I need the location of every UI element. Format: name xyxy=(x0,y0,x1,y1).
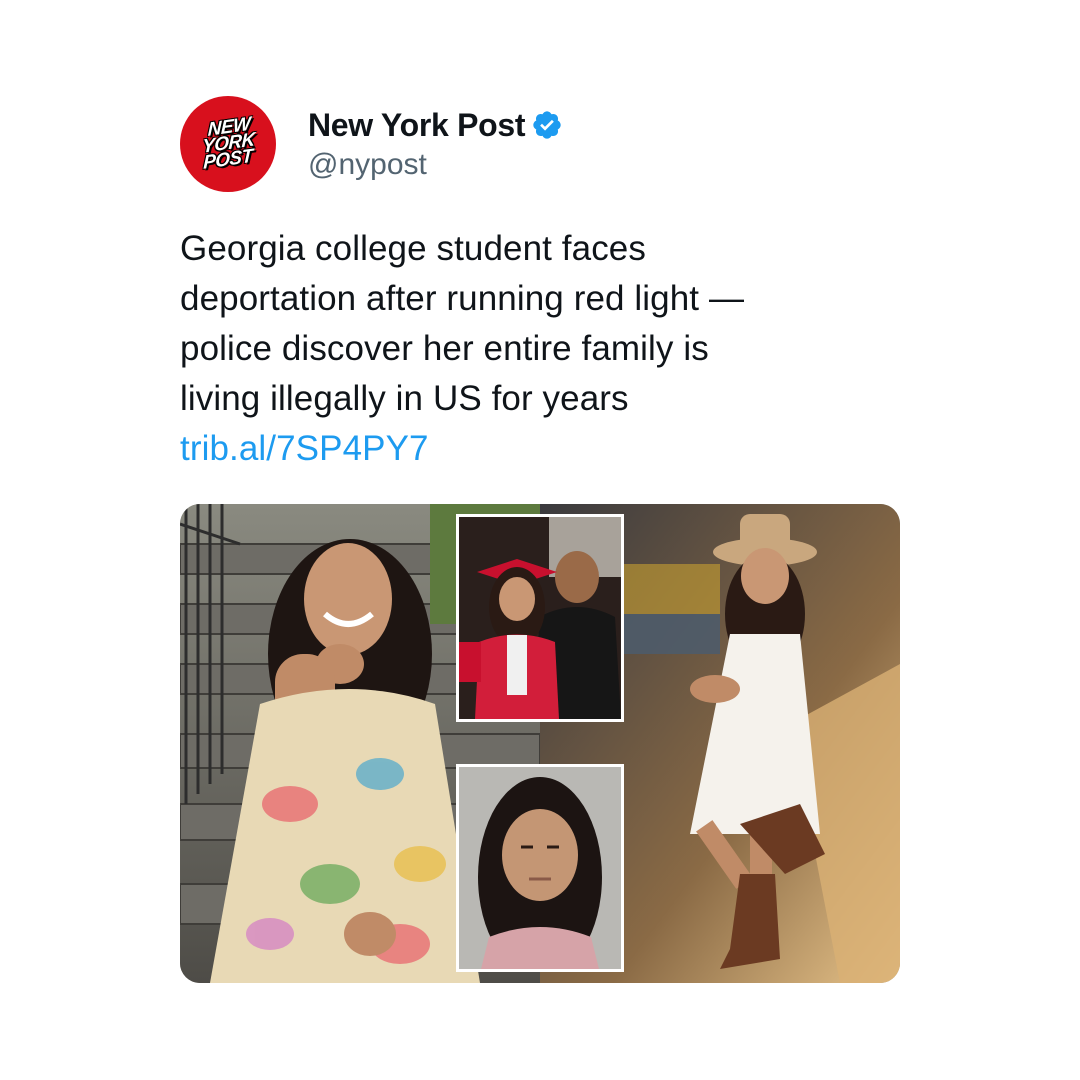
logo-line-3: POST xyxy=(202,145,253,174)
tweet-text-line: living illegally in US for years xyxy=(180,379,629,418)
avatar[interactable]: NEW YORK POST xyxy=(180,96,276,192)
display-name[interactable]: New York Post xyxy=(308,107,526,144)
display-name-row: New York Post xyxy=(308,107,563,144)
tweet-text: Georgia college student faces deportatio… xyxy=(180,224,900,474)
verified-badge-icon xyxy=(531,109,563,141)
tweet-media-image[interactable] xyxy=(180,504,900,983)
tweet-card: NEW YORK POST New York Post @nypost Geor… xyxy=(180,96,900,474)
account-names: New York Post @nypost xyxy=(308,107,563,182)
account-handle[interactable]: @nypost xyxy=(308,148,563,182)
inset-graduation-photo xyxy=(456,514,624,722)
tweet-text-line: Georgia college student faces xyxy=(180,229,646,268)
nypost-logo: NEW YORK POST xyxy=(201,114,255,174)
tweet-header: NEW YORK POST New York Post @nypost xyxy=(180,96,900,192)
tweet-text-line: deportation after running red light — xyxy=(180,279,745,318)
tweet-link[interactable]: trib.al/7SP4PY7 xyxy=(180,429,429,468)
tweet-text-line: police discover her entire family is xyxy=(180,329,709,368)
inset-booking-photo xyxy=(456,764,624,972)
